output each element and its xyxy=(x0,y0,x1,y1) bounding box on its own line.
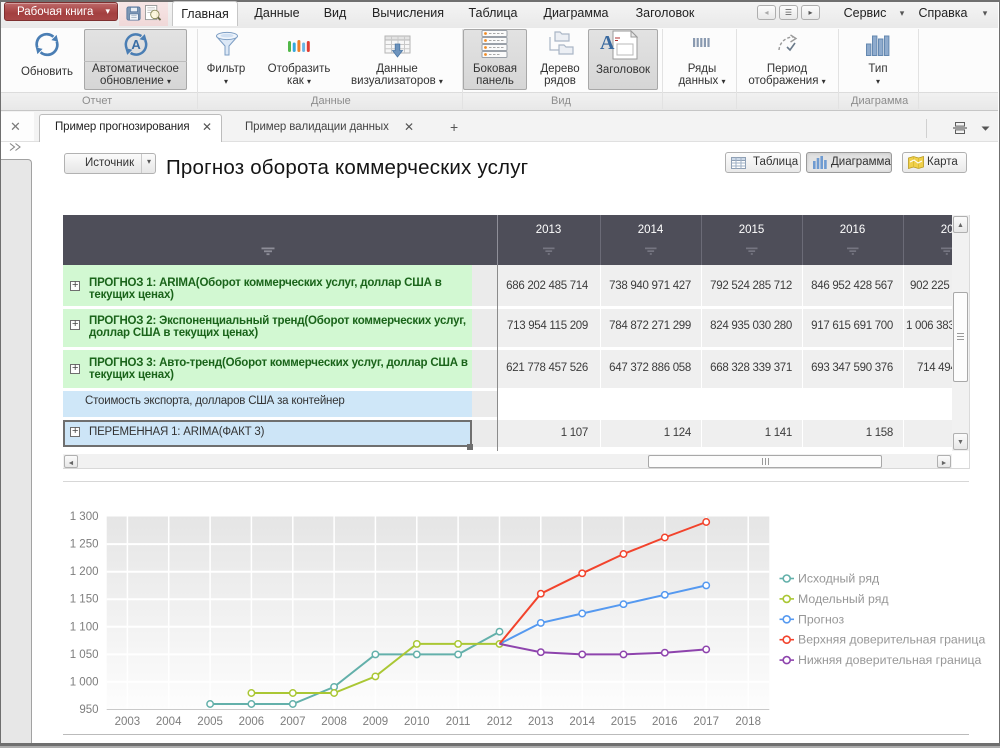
svg-text:2014: 2014 xyxy=(569,716,595,728)
svg-text:2003: 2003 xyxy=(115,716,141,728)
svg-text:2007: 2007 xyxy=(280,716,306,728)
svg-text:1 250: 1 250 xyxy=(70,539,99,551)
svg-text:1 100: 1 100 xyxy=(70,621,99,633)
svg-text:2012: 2012 xyxy=(487,716,513,728)
svg-text:1 050: 1 050 xyxy=(70,649,99,661)
svg-text:2011: 2011 xyxy=(446,716,471,728)
svg-text:Верхняя доверительная граница: Верхняя доверительная граница xyxy=(798,633,985,647)
svg-text:950: 950 xyxy=(79,704,98,716)
svg-text:2016: 2016 xyxy=(652,716,678,728)
svg-text:1 300: 1 300 xyxy=(70,511,99,523)
svg-text:1 200: 1 200 xyxy=(70,566,99,578)
svg-text:2015: 2015 xyxy=(611,716,637,728)
svg-text:2008: 2008 xyxy=(321,716,347,728)
svg-text:Нижняя доверительная граница: Нижняя доверительная граница xyxy=(798,653,982,667)
svg-text:1 150: 1 150 xyxy=(70,594,99,606)
svg-text:1 000: 1 000 xyxy=(70,676,99,688)
svg-text:2004: 2004 xyxy=(156,716,182,728)
svg-text:2006: 2006 xyxy=(239,716,265,728)
svg-text:2017: 2017 xyxy=(693,716,719,728)
svg-text:2013: 2013 xyxy=(528,716,554,728)
svg-text:Прогноз: Прогноз xyxy=(798,612,844,626)
svg-text:Исходный ряд: Исходный ряд xyxy=(798,572,879,586)
svg-text:A: A xyxy=(600,32,615,54)
svg-text:2018: 2018 xyxy=(735,716,761,728)
svg-text:Модельный ряд: Модельный ряд xyxy=(798,592,889,606)
svg-text:A: A xyxy=(131,37,141,52)
svg-text:2005: 2005 xyxy=(197,716,223,728)
svg-text:2010: 2010 xyxy=(404,716,430,728)
svg-text:2009: 2009 xyxy=(363,716,389,728)
